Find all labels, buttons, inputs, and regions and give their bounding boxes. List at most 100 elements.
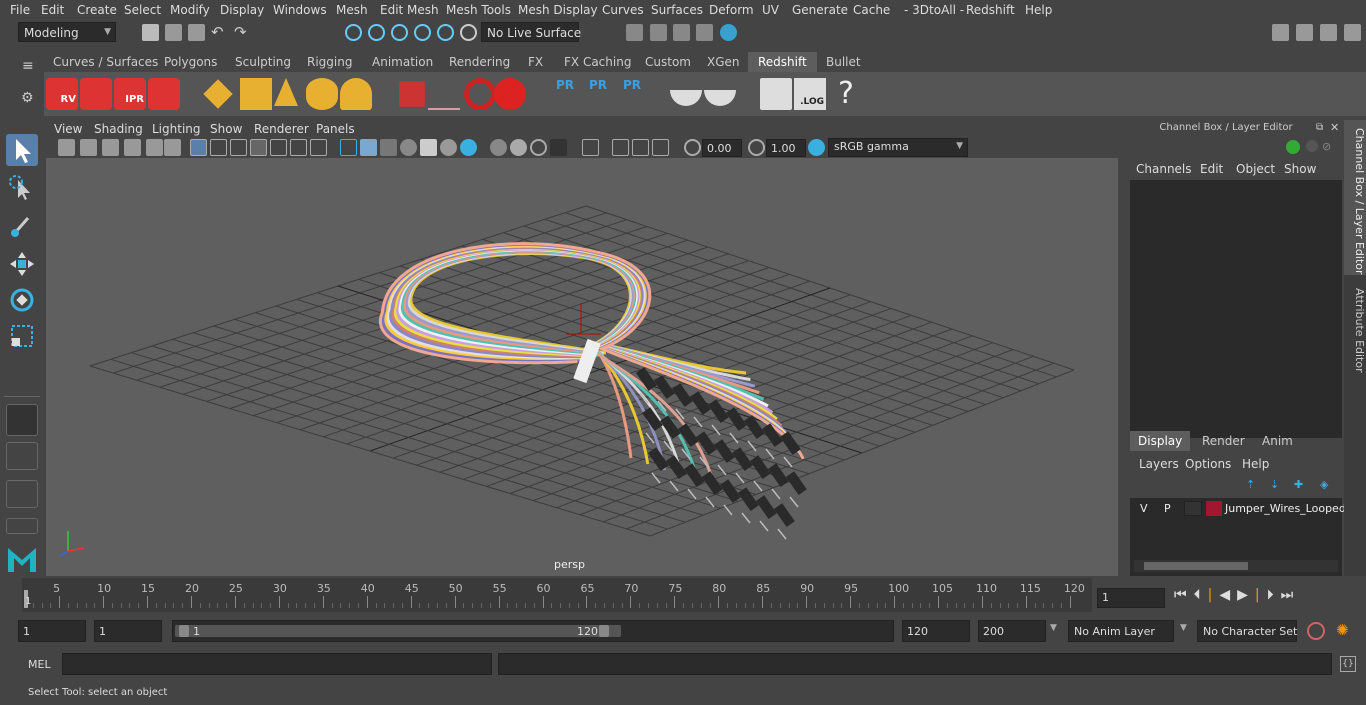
redshift-portal-light-icon[interactable] (240, 78, 272, 110)
new-layer-icon[interactable]: ✚ (1294, 478, 1303, 491)
wireframe-icon[interactable] (340, 139, 357, 156)
redshift-sun-sky-icon[interactable] (340, 78, 372, 110)
workspace-icon[interactable] (1272, 24, 1289, 41)
viewport-menu-view[interactable]: View (54, 122, 82, 136)
menu-uv[interactable]: UV (762, 3, 779, 17)
redo-icon[interactable]: ↷ (234, 24, 251, 41)
viewport-menu-panels[interactable]: Panels (316, 122, 355, 136)
xray-icon[interactable] (612, 139, 629, 156)
channel-clear-icon[interactable]: ⊘ (1322, 140, 1334, 153)
select-tool-icon[interactable] (6, 134, 38, 166)
layer-options-menu[interactable]: Options (1185, 457, 1231, 471)
animation-start-field[interactable]: 1 (18, 620, 86, 642)
motion-blur-icon[interactable] (510, 139, 527, 156)
camera-icon[interactable] (58, 139, 75, 156)
menu-3dtoall[interactable]: - 3DtoAll - (904, 3, 964, 17)
shadows-icon[interactable] (460, 139, 477, 156)
go-to-end-icon[interactable]: ⏭ (1281, 587, 1301, 603)
four-view-icon[interactable] (6, 442, 38, 470)
jumper-wires-model[interactable] (378, 242, 807, 540)
menu-generate[interactable]: Generate (792, 3, 848, 17)
menu-mesh-tools[interactable]: Mesh Tools (446, 3, 511, 17)
time-slider-track[interactable]: 1 5 10 15 20 25 30 35 40 45 50 55 60 65 70 75 80 85 90 95 1… (22, 578, 1092, 612)
current-frame-field[interactable]: 1 (1097, 588, 1165, 608)
outliner-layout-icon[interactable] (6, 480, 38, 508)
move-tool-icon[interactable] (6, 248, 38, 280)
channel-object-menu[interactable]: Object (1236, 162, 1275, 176)
layer-color-swatch[interactable] (1206, 501, 1222, 516)
layer-visibility-toggle[interactable]: V (1140, 502, 1156, 515)
lasso-tool-icon[interactable] (6, 172, 38, 204)
step-back-frame-icon[interactable]: | (1208, 587, 1220, 603)
tab-bullet[interactable]: Bullet (826, 55, 861, 69)
color-management-icon[interactable] (808, 139, 825, 156)
smooth-shade-icon[interactable] (360, 139, 377, 156)
anim-layer-dropdown-icon[interactable]: ▼ (1050, 623, 1057, 633)
gate-mask-icon[interactable] (250, 139, 267, 156)
depth-of-field-icon[interactable] (550, 139, 567, 156)
redshift-bowl-icon[interactable] (670, 90, 702, 106)
mode-selector[interactable]: Modeling ▼ (18, 22, 116, 42)
tab-display-layers[interactable]: Display (1130, 431, 1191, 451)
tab-channel-box[interactable]: Channel Box / Layer Editor (1344, 120, 1366, 275)
viewport-menu-show[interactable]: Show (210, 122, 242, 136)
range-slider-handle[interactable] (175, 625, 621, 637)
tab-rendering[interactable]: Rendering (449, 55, 510, 69)
gear-icon[interactable]: ⚙ (21, 90, 34, 106)
tab-render-layers[interactable]: Render (1202, 434, 1245, 448)
tab-fx[interactable]: FX (528, 55, 543, 69)
snap-curve-icon[interactable] (368, 24, 385, 41)
redshift-rect-light-icon[interactable] (203, 79, 233, 109)
film-gate-icon[interactable] (210, 139, 227, 156)
grid-toggle-icon[interactable] (190, 139, 207, 156)
camera-attr-icon[interactable] (80, 139, 97, 156)
redshift-volume-icon[interactable] (464, 78, 496, 110)
menu-display[interactable]: Display (220, 3, 264, 17)
range-end-handle-icon[interactable] (599, 625, 609, 637)
step-forward-key-icon[interactable]: ⏵ (1267, 587, 1281, 603)
layer-row[interactable]: V P Jumper_Wires_Looped (1132, 500, 1346, 518)
wireframe-on-shaded-icon[interactable] (380, 139, 397, 156)
redshift-render-view-icon[interactable]: RV (46, 78, 78, 110)
make-live-icon[interactable] (460, 24, 477, 41)
isolate-select-icon[interactable] (582, 139, 599, 156)
channel-key-icon[interactable] (1286, 140, 1300, 154)
antialias-icon[interactable] (530, 139, 547, 156)
tab-redshift[interactable]: Redshift (748, 52, 817, 72)
tab-curves-surfaces[interactable]: Curves / Surfaces (53, 55, 158, 69)
xray-joints-icon[interactable] (632, 139, 649, 156)
redshift-pr-swap-icon[interactable]: PR (616, 78, 648, 110)
script-editor-icon[interactable]: {} (1340, 656, 1356, 672)
tab-polygons[interactable]: Polygons (164, 55, 217, 69)
menu-edit-mesh[interactable]: Edit Mesh (380, 3, 439, 17)
bookmark-icon[interactable] (102, 139, 119, 156)
snap-view-icon[interactable] (414, 24, 431, 41)
redshift-hair-icon[interactable] (428, 78, 460, 110)
redshift-batch-icon[interactable] (80, 78, 112, 110)
channel-edit-menu[interactable]: Edit (1200, 162, 1223, 176)
menu-file[interactable]: File (10, 3, 30, 17)
layer-scrollbar[interactable] (1134, 560, 1338, 572)
go-to-start-icon[interactable]: ⏮ (1174, 587, 1194, 603)
safe-action-icon[interactable] (290, 139, 307, 156)
channel-show-menu[interactable]: Show (1284, 162, 1316, 176)
shelf-menu-icon[interactable]: ≡ (22, 58, 34, 74)
layer-playback-toggle[interactable]: P (1164, 502, 1180, 515)
gamma-field[interactable]: 1.00 (766, 139, 806, 157)
ipr-render-icon[interactable] (673, 24, 690, 41)
channels-menu[interactable]: Channels (1136, 162, 1192, 176)
menu-cache[interactable]: Cache (853, 3, 890, 17)
render-view-icon[interactable] (626, 24, 643, 41)
toggle-panel-icon[interactable] (1296, 24, 1313, 41)
render-settings-icon[interactable] (696, 24, 713, 41)
save-scene-icon[interactable] (188, 24, 205, 41)
viewport-persp[interactable]: persp (46, 158, 1118, 576)
play-forwards-icon[interactable]: ▶ (1237, 587, 1255, 603)
menu-mesh[interactable]: Mesh (336, 3, 368, 17)
default-material-icon[interactable] (400, 139, 417, 156)
snap-surface-icon[interactable] (437, 24, 454, 41)
range-start-handle-icon[interactable] (179, 625, 189, 637)
channel-sync-icon[interactable] (1306, 140, 1318, 152)
live-surface-field[interactable]: No Live Surface (481, 22, 581, 42)
redshift-proxy-icon[interactable] (399, 81, 425, 107)
